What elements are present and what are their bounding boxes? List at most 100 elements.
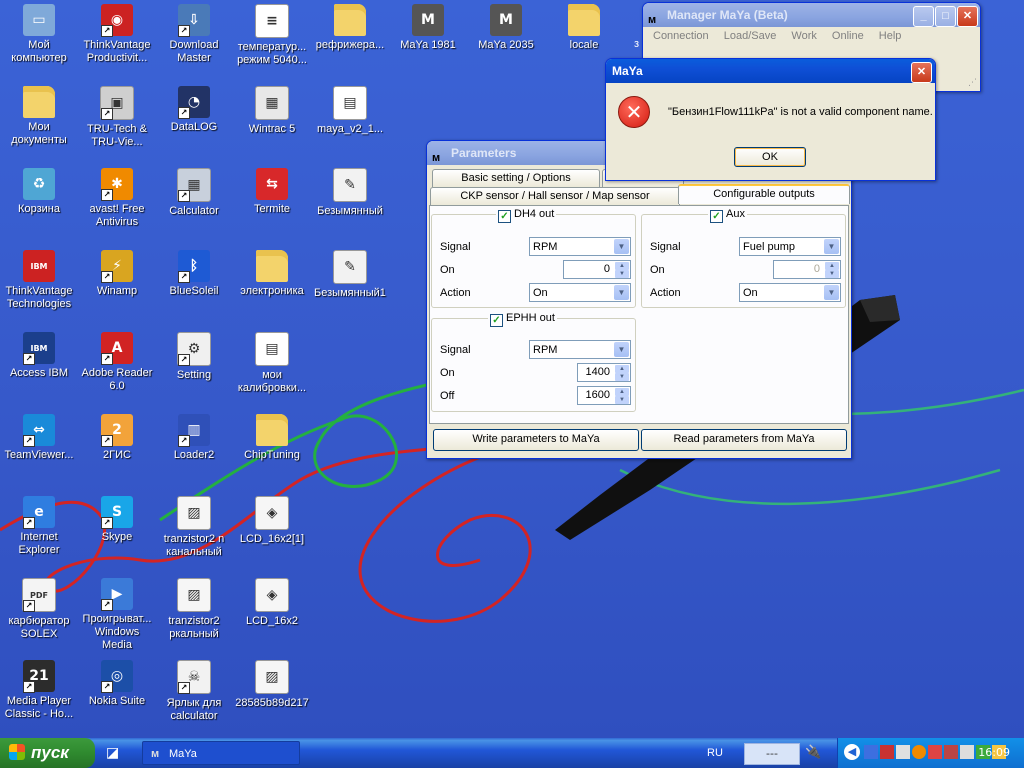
desktop-icon[interactable]: IBM ThinkVantage Technologies: [0, 248, 78, 328]
error-dialog-title-bar[interactable]: MaYa ✕: [606, 59, 935, 83]
show-desktop-icon[interactable]: ◪: [106, 745, 128, 763]
menu-help[interactable]: Help: [879, 30, 902, 42]
chevron-down-icon[interactable]: ▼: [824, 285, 839, 300]
manager-title-bar[interactable]: ᴍ Manager MaYa (Beta) _ □ ✕: [643, 3, 980, 27]
desktop-icon[interactable]: S ↗ Skype: [78, 494, 156, 574]
spin-down-icon[interactable]: ▼: [825, 270, 839, 278]
desktop-icon[interactable]: ≡ температур... режим 5040...: [233, 2, 311, 82]
dh4-out-checkbox[interactable]: ✓ DH4 out: [496, 208, 557, 223]
security-icon[interactable]: [880, 745, 894, 759]
desktop-icon[interactable]: ☠ ↗ Ярлык для calculator: [155, 658, 233, 738]
spin-down-icon[interactable]: ▼: [615, 270, 629, 278]
start-button[interactable]: пуск: [0, 738, 95, 768]
desktop-icon[interactable]: ▨ tranzistor2 n канальный: [155, 494, 233, 574]
ephh-off-spinner[interactable]: 1600 ▲ ▼: [577, 386, 631, 405]
spin-up-icon[interactable]: ▲: [615, 365, 629, 373]
desktop-icon[interactable]: ✎ Безымянный: [311, 166, 389, 246]
desktop-icon[interactable]: ⇩ ↗ Download Master: [155, 2, 233, 82]
desktop-icon[interactable]: ◉ ↗ ThinkVantage Productivit...: [78, 2, 156, 82]
menu-work[interactable]: Work: [791, 30, 816, 42]
desktop-icon[interactable]: ✱ ↗ avast! Free Antivirus: [78, 166, 156, 246]
aux-on-spinner[interactable]: 0 ▲ ▼: [773, 260, 841, 279]
desktop-icon[interactable]: ◈ LCD_16x2: [233, 576, 311, 656]
aux-signal-select[interactable]: Fuel pump ▼: [739, 237, 841, 256]
spin-up-icon[interactable]: ▲: [615, 388, 629, 396]
chevron-down-icon[interactable]: ▼: [614, 285, 629, 300]
desktop-icon[interactable]: M MaYa 1981: [389, 2, 467, 82]
ephh-signal-select[interactable]: RPM ▼: [529, 340, 631, 359]
desktop-icon[interactable]: PDF ↗ карбюратор SOLEX: [0, 576, 78, 656]
desktop-icon[interactable]: ⚙ ↗ Setting: [155, 330, 233, 410]
chevron-down-icon[interactable]: ▼: [614, 239, 629, 254]
desktop-icon[interactable]: ▤ мои калибровки...: [233, 330, 311, 410]
desktop-icon[interactable]: ▤ maya_v2_1...: [311, 84, 389, 164]
spin-down-icon[interactable]: ▼: [615, 373, 629, 381]
ephh-on-spinner[interactable]: 1400 ▲ ▼: [577, 363, 631, 382]
menu-connection[interactable]: Connection: [653, 30, 709, 42]
desktop-icon[interactable]: ChipTuning: [233, 412, 311, 492]
dh4-action-select[interactable]: On ▼: [529, 283, 631, 302]
tray-expand-icon[interactable]: ◀: [844, 744, 860, 760]
spin-up-icon[interactable]: ▲: [825, 262, 839, 270]
error-dialog[interactable]: MaYa ✕ ✕ "Бензин1Flow111kPa" is not a va…: [605, 58, 936, 181]
close-button[interactable]: ✕: [911, 62, 932, 83]
desktop-icon[interactable]: ▨ 28585b89d217: [233, 658, 311, 738]
desktop-icon[interactable]: ▭ Мой компьютер: [0, 2, 78, 82]
close-button[interactable]: ✕: [957, 6, 978, 27]
tab-configurable-outputs[interactable]: Configurable outputs: [678, 184, 850, 204]
desktop-icon[interactable]: ▨ tranzistor2 ркальный: [155, 576, 233, 656]
desktop-icon[interactable]: ◔ ↗ DataLOG: [155, 84, 233, 164]
spin-up-icon[interactable]: ▲: [615, 262, 629, 270]
ok-button[interactable]: OK: [734, 147, 806, 167]
bluetooth-tray-icon[interactable]: [960, 745, 974, 759]
desktop-icon[interactable]: ⇆ Termite: [233, 166, 311, 246]
spin-down-icon[interactable]: ▼: [615, 396, 629, 404]
desktop-icon[interactable]: ▣ ↗ TRU-Tech & TRU-Vie...: [78, 84, 156, 164]
dh4-on-spinner[interactable]: 0 ▲ ▼: [563, 260, 631, 279]
language-indicator[interactable]: RU: [707, 741, 723, 765]
desktop-icon[interactable]: ✎ Безымянный1: [311, 248, 389, 328]
menu-load-save[interactable]: Load/Save: [724, 30, 777, 42]
desktop-icon[interactable]: e ↗ Internet Explorer: [0, 494, 78, 574]
desktop-icon[interactable]: M MaYa 2035: [467, 2, 545, 82]
desktop-icon[interactable]: рефрижера...: [311, 2, 389, 82]
read-parameters-button[interactable]: Read parameters from MaYa: [641, 429, 847, 451]
dh4-signal-select[interactable]: RPM ▼: [529, 237, 631, 256]
desktop-icon[interactable]: ▦ ↗ Calculator: [155, 166, 233, 246]
desktop-icon[interactable]: Мои документы: [0, 84, 78, 164]
network-icon[interactable]: [864, 745, 878, 759]
power-plug-icon[interactable]: 🔌: [805, 745, 823, 761]
tab-ckp-sensor[interactable]: CKP sensor / Hall sensor / Map sensor: [430, 187, 680, 205]
desktop-icon[interactable]: ◎ ↗ Nokia Suite: [78, 658, 156, 738]
tab-basic-setting[interactable]: Basic setting / Options: [432, 169, 600, 187]
menu-online[interactable]: Online: [832, 30, 864, 42]
desktop-icon[interactable]: ▥ ↗ Loader2: [155, 412, 233, 492]
desktop-icon[interactable]: электроника: [233, 248, 311, 328]
maximize-button[interactable]: □: [935, 6, 956, 27]
desktop-icon[interactable]: 21 ↗ Media Player Classic - Ho...: [0, 658, 78, 738]
chevron-down-icon[interactable]: ▼: [824, 239, 839, 254]
resize-grip-icon[interactable]: ⋰: [968, 78, 977, 88]
aux-checkbox[interactable]: ✓ Aux: [708, 208, 747, 223]
taskbar-item-maya[interactable]: ᴍ MaYa: [142, 741, 300, 765]
desktop-icon[interactable]: ◈ LCD_16x2[1]: [233, 494, 311, 574]
write-parameters-button[interactable]: Write parameters to MaYa: [433, 429, 639, 451]
desktop-icon[interactable]: ▶ ↗ Проигрыват... Windows Media: [78, 576, 156, 656]
desktop-icon[interactable]: 2 ↗ 2ГИС: [78, 412, 156, 492]
ephh-out-checkbox[interactable]: ✓ EPHH out: [488, 312, 557, 327]
desktop-icon[interactable]: ᛒ ↗ BlueSoleil: [155, 248, 233, 328]
tray-input-box[interactable]: ---: [744, 743, 800, 765]
avast-tray-icon[interactable]: [912, 745, 926, 759]
antivirus-icon[interactable]: [928, 745, 942, 759]
monitor-icon[interactable]: [896, 745, 910, 759]
desktop-icon[interactable]: IBM ↗ Access IBM: [0, 330, 78, 410]
chevron-down-icon[interactable]: ▼: [614, 342, 629, 357]
desktop-icon[interactable]: ⇔ ↗ TeamViewer...: [0, 412, 78, 492]
minimize-button[interactable]: _: [913, 6, 934, 27]
desktop-icon[interactable]: ▦ Wintrac 5: [233, 84, 311, 164]
parameters-window[interactable]: ᴍ Parameters Basic setting / Options CKP…: [426, 140, 852, 459]
aux-action-select[interactable]: On ▼: [739, 283, 841, 302]
desktop-icon[interactable]: A ↗ Adobe Reader 6.0: [78, 330, 156, 410]
desktop-icon[interactable]: ♻ Корзина: [0, 166, 78, 246]
desktop-icon[interactable]: ⚡ ↗ Winamp: [78, 248, 156, 328]
